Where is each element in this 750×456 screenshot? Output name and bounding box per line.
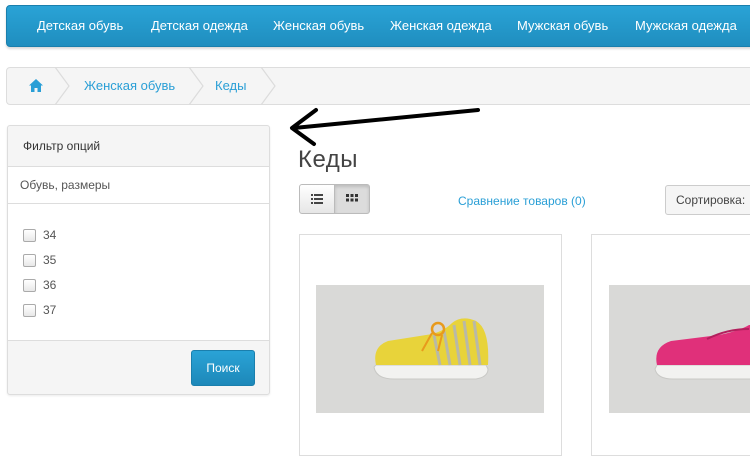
menu-item-men-shoes[interactable]: Мужская обувь xyxy=(517,6,608,46)
menu-item-kids-shoes[interactable]: Детская обувь xyxy=(37,6,123,46)
breadcrumb-separator xyxy=(260,67,276,105)
filter-heading: Фильтр опций xyxy=(8,126,269,167)
product-card xyxy=(591,234,750,456)
option-label: 34 xyxy=(43,228,57,242)
menu-item-kids-clothing[interactable]: Детская одежда xyxy=(151,6,248,46)
checkbox-37[interactable] xyxy=(23,304,36,317)
page-title: Кеды xyxy=(298,146,359,173)
breadcrumb: Женская обувь Кеды xyxy=(6,67,750,105)
search-button[interactable]: Поиск xyxy=(191,350,255,386)
grid-view-icon xyxy=(346,194,358,202)
compare-products-link[interactable]: Сравнение товаров (0) xyxy=(458,194,586,208)
breadcrumb-sneakers[interactable]: Кеды xyxy=(215,68,246,104)
checkbox-35[interactable] xyxy=(23,254,36,267)
option-label: 35 xyxy=(43,253,57,267)
breadcrumb-separator xyxy=(54,67,70,105)
checkbox-36[interactable] xyxy=(23,279,36,292)
option-label: 36 xyxy=(43,278,57,292)
breadcrumb-separator xyxy=(188,67,204,105)
filter-group-title: Обувь, размеры xyxy=(8,167,269,204)
breadcrumb-women-shoes[interactable]: Женская обувь xyxy=(84,68,175,104)
top-menu: Детская обувь Детская одежда Женская обу… xyxy=(6,5,750,47)
product-card xyxy=(299,234,562,456)
product-image[interactable] xyxy=(316,285,544,413)
grid-view-button[interactable] xyxy=(334,184,370,214)
menu-item-women-shoes[interactable]: Женская обувь xyxy=(273,6,364,46)
home-icon[interactable] xyxy=(29,79,43,92)
annotation-arrow xyxy=(290,108,480,146)
filter-options: 34 35 36 37 xyxy=(8,204,269,341)
product-image[interactable] xyxy=(609,285,750,413)
menu-item-men-clothing[interactable]: Мужская одежда xyxy=(635,6,737,46)
sort-select[interactable]: Сортировка: xyxy=(665,185,750,215)
menu-item-women-clothing[interactable]: Женская одежда xyxy=(390,6,492,46)
list-view-icon xyxy=(311,194,323,204)
checkbox-34[interactable] xyxy=(23,229,36,242)
list-view-button[interactable] xyxy=(299,184,335,214)
option-label: 37 xyxy=(43,303,57,317)
filter-panel: Фильтр опций Обувь, размеры 34 35 36 37 … xyxy=(7,125,270,395)
